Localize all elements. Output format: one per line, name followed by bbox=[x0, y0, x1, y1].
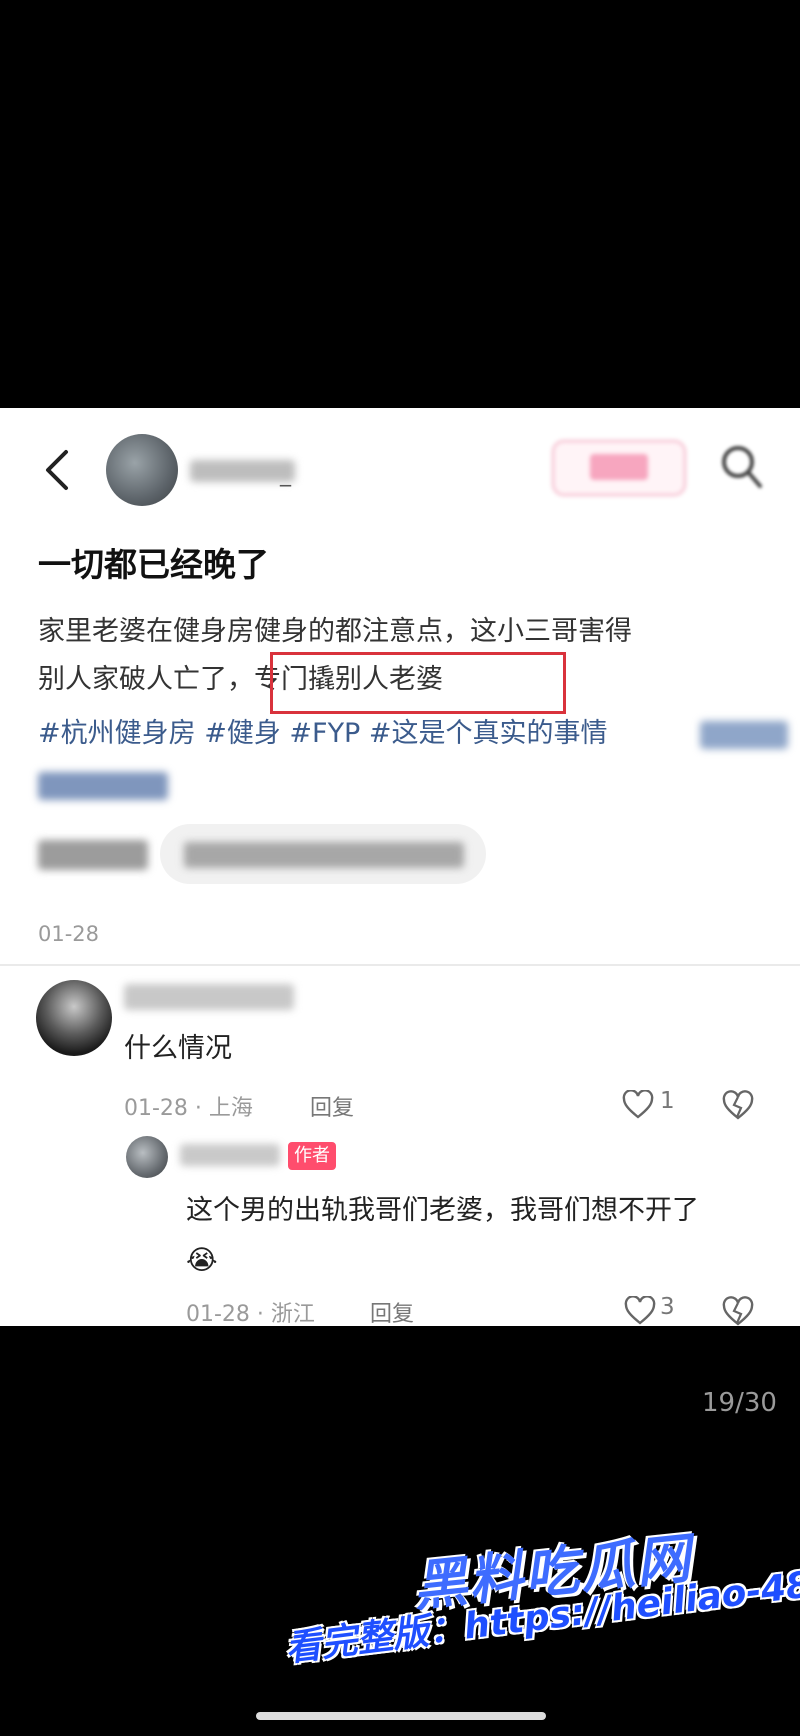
broken-heart-icon[interactable] bbox=[722, 1296, 754, 1328]
post-title: 一切都已经晚了 bbox=[38, 545, 269, 584]
reply-text: 这个男的出轨我哥们老婆，我哥们想不开了 😭 bbox=[186, 1186, 786, 1286]
comment-meta: 01-28 · 上海 bbox=[124, 1096, 253, 1121]
comment-text: 什么情况 bbox=[124, 1033, 232, 1064]
reply-avatar[interactable] bbox=[126, 1136, 168, 1178]
reply-name-redacted[interactable] bbox=[180, 1144, 280, 1166]
heart-icon[interactable] bbox=[624, 1296, 656, 1326]
comment-like-count: 1 bbox=[660, 1088, 675, 1114]
chevron-left-icon[interactable] bbox=[38, 448, 78, 492]
follow-label-redacted bbox=[590, 454, 648, 480]
crying-emoji-icon: 😭 bbox=[186, 1245, 218, 1276]
image-counter: 19/30 bbox=[702, 1388, 777, 1418]
divider bbox=[0, 964, 800, 966]
highlight-annotation-box bbox=[270, 652, 566, 714]
author-badge: 作者 bbox=[288, 1142, 336, 1170]
share-icon[interactable] bbox=[718, 442, 764, 490]
reply-text-content: 这个男的出轨我哥们老婆，我哥们想不开了 bbox=[186, 1195, 699, 1226]
related-pill[interactable] bbox=[160, 824, 486, 884]
hashtag-redacted bbox=[700, 721, 788, 749]
related-pill-redacted bbox=[184, 842, 464, 868]
post-hashtags[interactable]: #杭州健身房 #健身 #FYP #这是个真实的事情 bbox=[38, 710, 608, 758]
hashtag-redacted-2 bbox=[38, 772, 168, 800]
commenter-name-redacted[interactable] bbox=[124, 984, 294, 1010]
comment-reply-button[interactable]: 回复 bbox=[310, 1090, 354, 1122]
post-body-line1: 家里老婆在健身房健身的都注意点，这小三哥害得 bbox=[38, 616, 632, 647]
author-avatar[interactable] bbox=[106, 434, 178, 506]
commenter-avatar[interactable] bbox=[36, 980, 112, 1056]
home-indicator[interactable] bbox=[256, 1712, 546, 1720]
heart-icon[interactable] bbox=[622, 1090, 654, 1120]
broken-heart-icon[interactable] bbox=[722, 1090, 754, 1122]
post-date: 01-28 bbox=[38, 922, 100, 946]
post-body-line2-text: 别人家破人亡了， bbox=[38, 664, 254, 695]
post-card: _ 一切都已经晚了 家里老婆在健身房健身的都注意点，这小三哥害得 别人家破人亡了… bbox=[0, 408, 800, 1328]
location-redacted bbox=[38, 840, 148, 870]
author-username-suffix: _ bbox=[280, 462, 291, 487]
reply-reply-button[interactable]: 回复 bbox=[370, 1296, 414, 1328]
reply-meta: 01-28 · 浙江 bbox=[186, 1302, 315, 1327]
reply-like-count: 3 bbox=[660, 1294, 675, 1320]
follow-button[interactable] bbox=[552, 440, 686, 496]
